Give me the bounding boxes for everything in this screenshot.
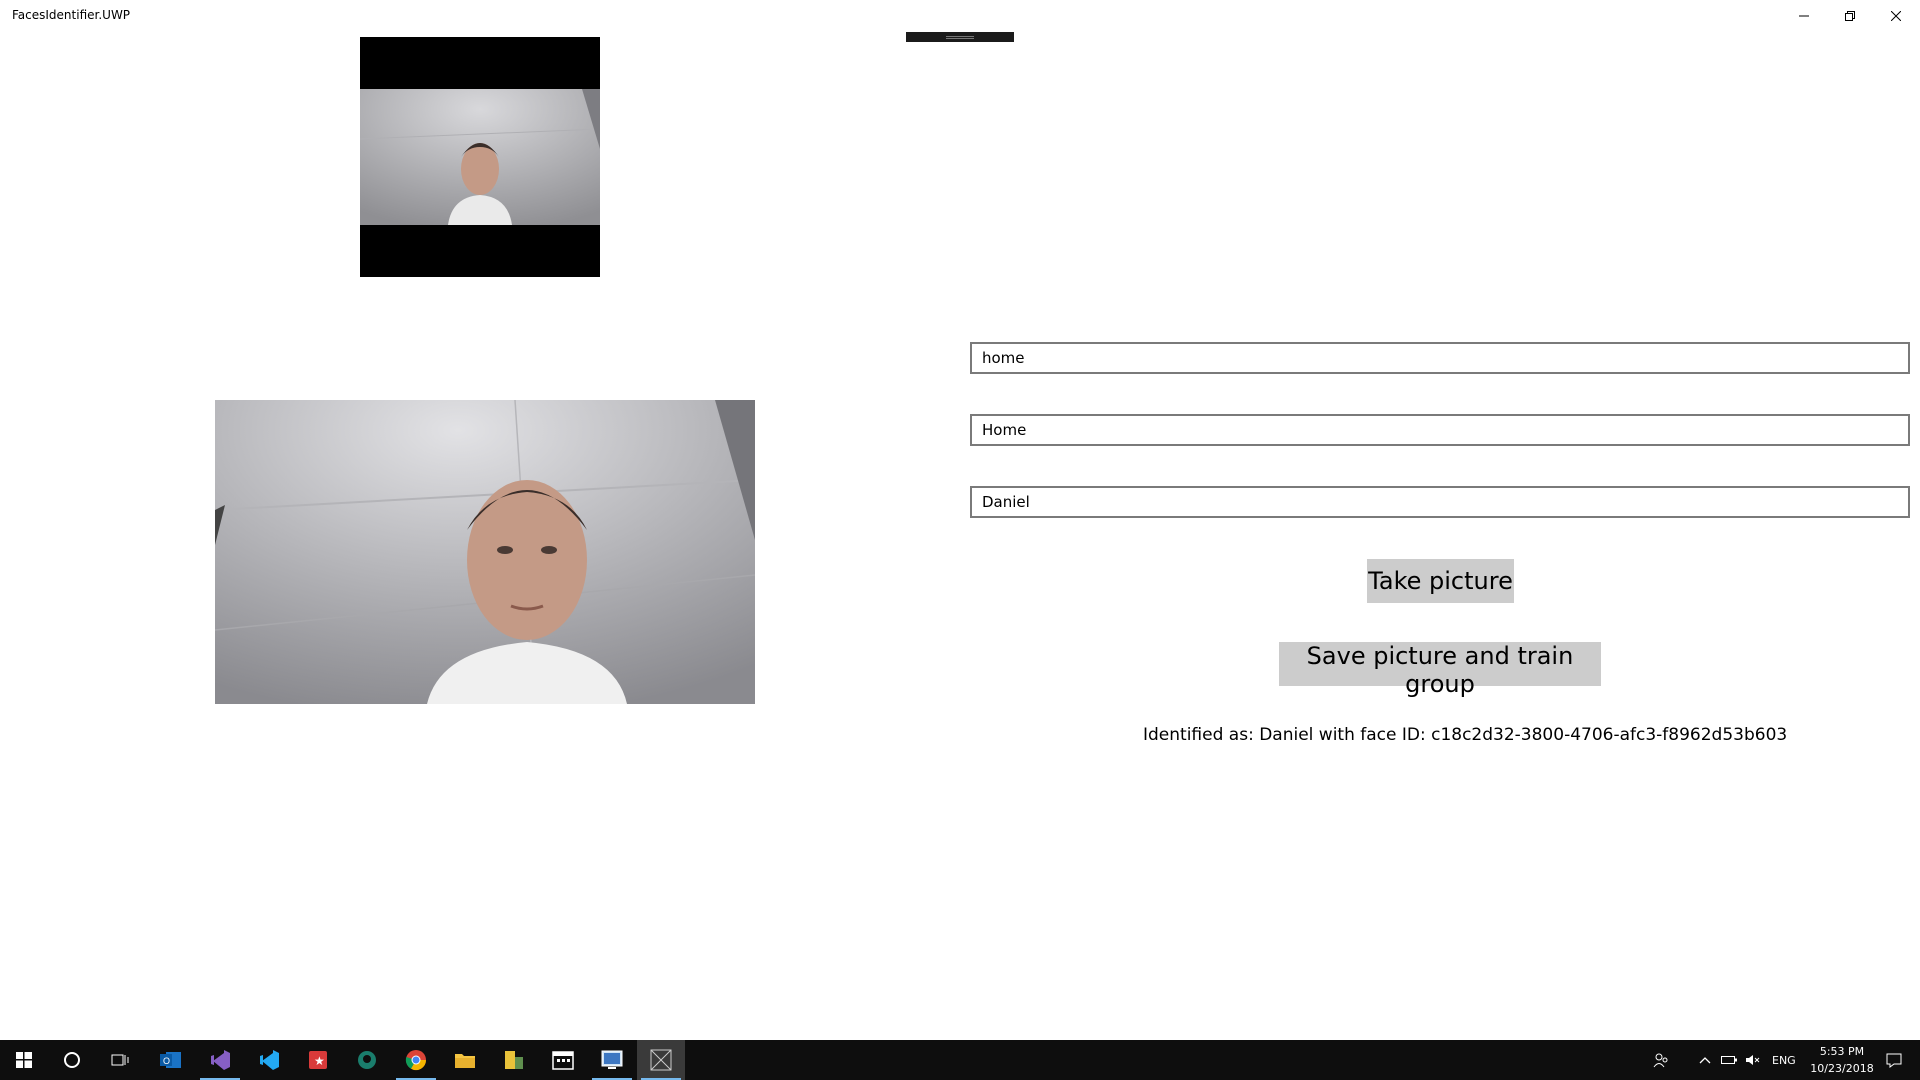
people-icon [1653,1053,1668,1068]
start-icon [16,1052,32,1068]
identification-result: Identified as: Daniel with face ID: c18c… [1143,725,1788,745]
outlook-taskbar-button[interactable]: O [147,1040,195,1080]
calendar-app-taskbar-button[interactable] [539,1040,587,1080]
vscode-taskbar-button[interactable] [245,1040,293,1080]
restore-button[interactable] [1827,0,1873,32]
title-bar: FacesIdentifier.UWP [0,0,1920,32]
svg-text:★: ★ [314,1054,325,1068]
chrome-taskbar-button[interactable] [392,1040,440,1080]
clock-time[interactable]: 5:53 PM [1812,1045,1872,1058]
input-language[interactable]: ENG [1772,1054,1796,1067]
start-button[interactable] [0,1040,48,1080]
drag-handle[interactable] [906,32,1014,42]
save-and-train-button[interactable]: Save picture and train group [1279,642,1601,698]
app-title: FacesIdentifier.UWP [12,8,131,22]
camera-preview [360,37,600,277]
battery-icon [1721,1056,1737,1064]
remote-app-icon [601,1050,623,1069]
volume-muted-icon [1746,1055,1760,1065]
minimize-button[interactable] [1781,0,1827,32]
group-id-input[interactable] [970,342,1910,374]
action-center-button[interactable] [1872,1040,1916,1080]
visual-studio-icon [211,1050,230,1070]
file-explorer-taskbar-button[interactable] [441,1040,489,1080]
volume-button[interactable] [1741,1040,1765,1080]
take-picture-button[interactable]: Take picture [1367,559,1514,603]
tray-overflow-button[interactable] [1692,1040,1718,1080]
file-explorer-icon [455,1054,475,1068]
close-button[interactable] [1873,0,1919,32]
cortana-button[interactable] [48,1040,96,1080]
red-app-icon: ★ [309,1051,327,1069]
chrome-icon [405,1050,427,1071]
tool-icon [505,1051,523,1069]
person-name-input[interactable] [970,486,1910,518]
task-view-button[interactable] [96,1040,144,1080]
calendar-app-icon [552,1051,574,1070]
captured-photo [215,400,755,704]
taskbar: O ★ ENG 5:53 PM 10/23/2018 [0,1040,1920,1080]
gitkraken-taskbar-button[interactable] [343,1040,391,1080]
notification-icon [1886,1053,1902,1068]
minimize-icon [1799,15,1809,17]
remote-app-taskbar-button[interactable] [588,1040,636,1080]
vscode-icon [260,1050,279,1070]
camera-preview-image [360,89,600,225]
visual-studio-taskbar-button[interactable] [196,1040,244,1080]
close-icon [1891,11,1901,21]
uwp-app-icon [650,1049,672,1071]
battery-button[interactable] [1717,1040,1741,1080]
people-button[interactable] [1646,1040,1676,1080]
gitkraken-icon [358,1051,376,1069]
tool-taskbar-button[interactable] [490,1040,538,1080]
restore-icon [1845,11,1855,21]
task-view-icon [111,1054,129,1066]
chevron-up-icon [1699,1057,1711,1064]
group-name-input[interactable] [970,414,1910,446]
outlook-icon: O [160,1052,181,1068]
cortana-icon [64,1052,80,1068]
uwp-app-taskbar-button[interactable] [637,1040,685,1080]
red-app-taskbar-button[interactable]: ★ [294,1040,342,1080]
clock-date[interactable]: 10/23/2018 [1802,1062,1882,1075]
svg-text:O: O [163,1056,170,1066]
